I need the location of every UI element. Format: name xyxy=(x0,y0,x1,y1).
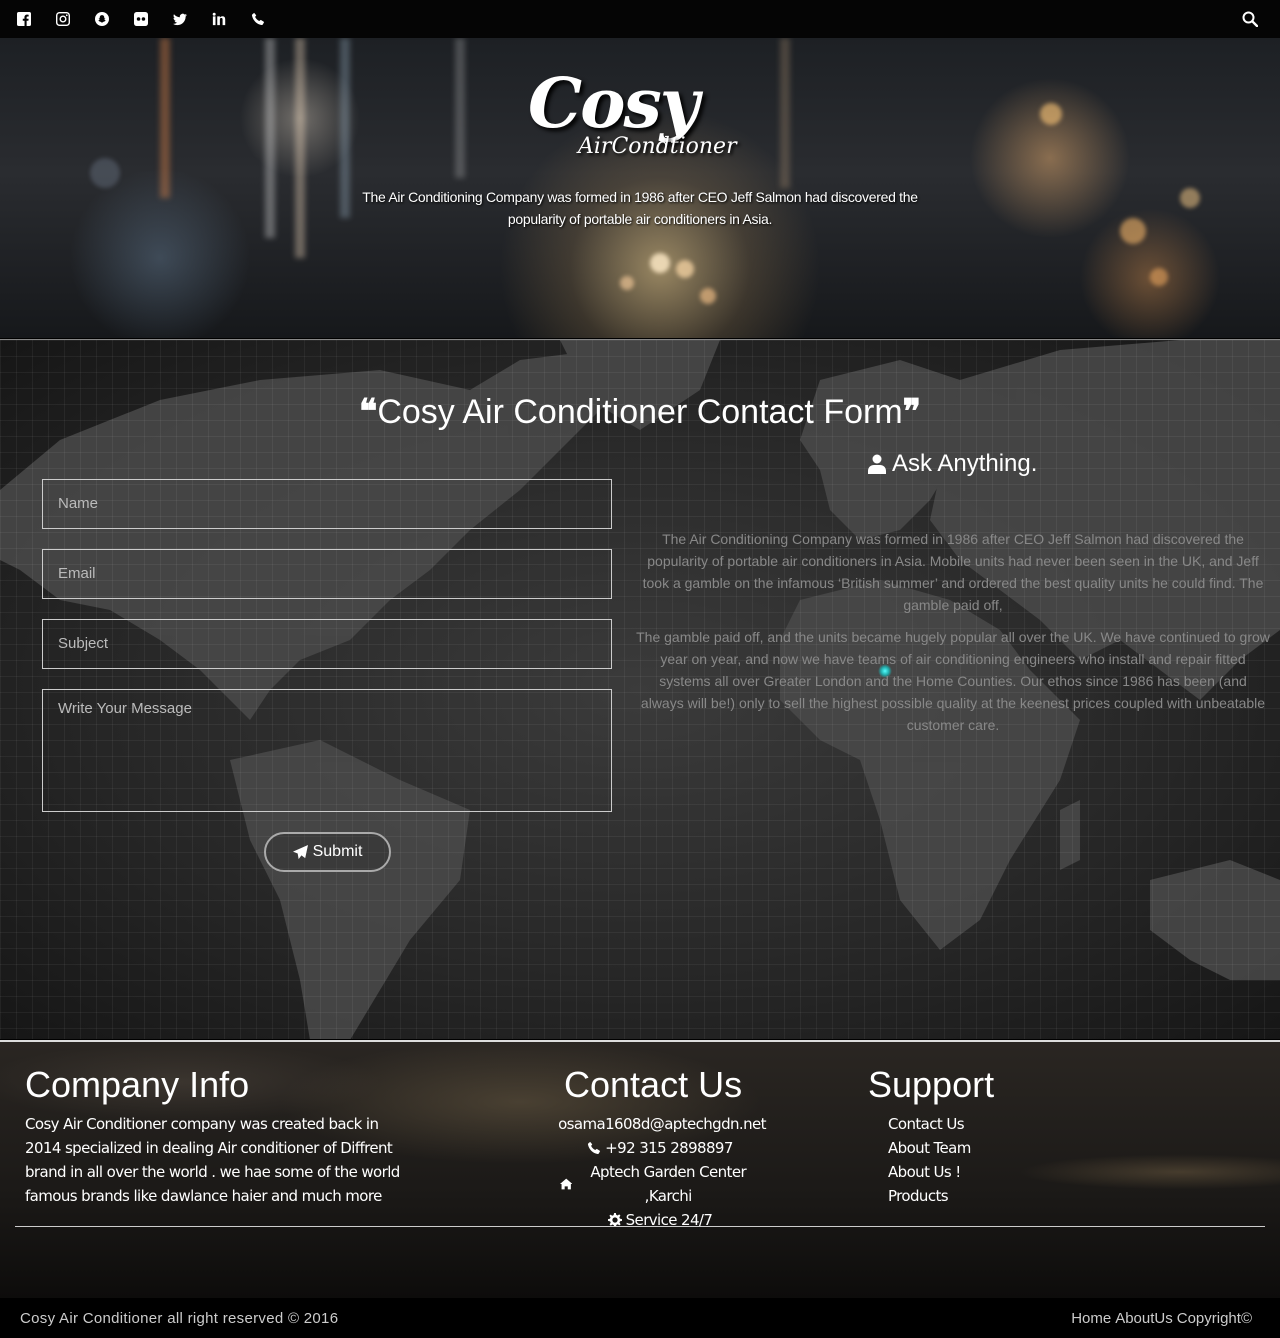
bokeh-light xyxy=(700,288,716,304)
snapchat-icon[interactable] xyxy=(94,11,110,27)
contact-section: ❝Cosy Air Conditioner Contact Form❞ Ask … xyxy=(0,339,1280,1039)
bottom-link-aboutus[interactable]: AboutUs xyxy=(1115,1310,1173,1327)
copyright-text: Cosy Air Conditioner all right reserved … xyxy=(20,1309,339,1327)
city-light xyxy=(780,38,790,188)
support-link-contact-us[interactable]: Contact Us xyxy=(888,1112,1088,1136)
linkedin-icon[interactable] xyxy=(211,11,227,27)
hero-tagline: The Air Conditioning Company was formed … xyxy=(362,189,918,227)
paper-plane-icon xyxy=(292,844,308,859)
company-info-text: Cosy Air Conditioner company was created… xyxy=(25,1115,400,1205)
support-list: Contact Us About Team About Us ! Product… xyxy=(888,1112,1088,1208)
contact-phone-text: +92 315 2898897 xyxy=(605,1139,733,1157)
about-text-block: The Air Conditioning Company was formed … xyxy=(636,528,1270,746)
contact-us-heading: Contact Us xyxy=(564,1064,743,1105)
bokeh-light xyxy=(676,260,694,278)
form-title-text: Cosy Air Conditioner Contact Form xyxy=(377,393,903,431)
top-bar xyxy=(0,0,1280,38)
gear-icon xyxy=(607,1213,622,1227)
name-input[interactable]: Name xyxy=(42,479,612,529)
instagram-icon[interactable] xyxy=(55,11,71,27)
bokeh-light xyxy=(620,276,634,290)
bottom-bar: Cosy Air Conditioner all right reserved … xyxy=(0,1298,1280,1338)
contact-service: Service 24/7 xyxy=(560,1208,760,1232)
about-paragraph-2: The gamble paid off, and the units becam… xyxy=(636,629,1270,733)
contact-email-text: osama1608d@aptechgdn.net xyxy=(558,1115,766,1133)
contact-address-text: Aptech Garden Center ,Karchi xyxy=(590,1163,747,1205)
submit-button[interactable]: Submit xyxy=(264,832,391,872)
search-icon[interactable] xyxy=(1242,11,1259,28)
city-light xyxy=(265,38,275,238)
brand-logo[interactable]: Cosy AirCondtioner xyxy=(520,64,760,184)
support-link-products[interactable]: Products xyxy=(888,1184,1088,1208)
open-quote-icon: ❝ xyxy=(359,392,378,432)
support-link-about-team[interactable]: About Team xyxy=(888,1136,1088,1160)
contact-service-text: Service 24/7 xyxy=(625,1211,713,1229)
twitter-icon[interactable] xyxy=(172,11,188,27)
contact-phone[interactable]: +92 315 2898897 xyxy=(560,1136,760,1160)
footer: Company Info Cosy Air Conditioner compan… xyxy=(0,1040,1280,1298)
phone-icon xyxy=(588,1141,601,1155)
bokeh-light xyxy=(650,253,670,273)
ask-anything-heading: Ask Anything. xyxy=(868,450,1037,478)
contact-address: Aptech Garden Center ,Karchi xyxy=(560,1160,760,1208)
facebook-icon[interactable] xyxy=(16,11,32,27)
bokeh-light xyxy=(1120,218,1146,244)
home-icon xyxy=(560,1178,573,1190)
close-quote-icon: ❞ xyxy=(902,392,921,432)
contact-list: osama1608d@aptechgdn.net +92 315 2898897… xyxy=(558,1112,766,1232)
bokeh-light xyxy=(1180,188,1200,208)
about-paragraph-1: The Air Conditioning Company was formed … xyxy=(642,531,1264,613)
user-icon xyxy=(868,454,886,474)
name-placeholder: Name xyxy=(58,495,99,512)
contact-email[interactable]: osama1608d@aptechgdn.net xyxy=(558,1112,766,1136)
form-title: ❝Cosy Air Conditioner Contact Form❞ xyxy=(0,392,1280,432)
subject-input[interactable]: Subject xyxy=(42,619,612,669)
logo-sub-text: AirCondtioner xyxy=(578,134,737,159)
social-links xyxy=(0,11,289,27)
bottom-link-copyright[interactable]: Copyright© xyxy=(1177,1310,1252,1327)
message-textarea[interactable]: Write Your Message xyxy=(42,689,612,812)
support-link-about-us[interactable]: About Us ! xyxy=(888,1160,1088,1184)
logo-main-text: Cosy xyxy=(528,64,699,144)
city-light xyxy=(295,38,305,258)
message-placeholder: Write Your Message xyxy=(58,700,192,717)
city-light xyxy=(160,38,170,198)
flickr-icon[interactable] xyxy=(133,11,149,27)
company-info-heading: Company Info xyxy=(25,1064,250,1105)
email-input[interactable]: Email xyxy=(42,549,612,599)
footer-divider xyxy=(15,1226,1265,1227)
bokeh-light xyxy=(90,158,120,188)
city-light xyxy=(455,38,465,178)
bottom-link-home[interactable]: Home xyxy=(1071,1310,1111,1327)
email-placeholder: Email xyxy=(58,565,96,582)
subject-placeholder: Subject xyxy=(58,635,109,652)
bokeh-light xyxy=(1040,103,1062,125)
bottom-links: Home AboutUs Copyright© xyxy=(1071,1310,1252,1327)
phone-icon[interactable] xyxy=(250,11,266,27)
support-heading: Support xyxy=(868,1064,995,1105)
ask-anything-text: Ask Anything. xyxy=(892,450,1038,477)
hero-banner: Cosy AirCondtioner The Air Conditioning … xyxy=(0,38,1280,338)
submit-label: Submit xyxy=(312,843,363,860)
bokeh-light xyxy=(1150,268,1168,286)
